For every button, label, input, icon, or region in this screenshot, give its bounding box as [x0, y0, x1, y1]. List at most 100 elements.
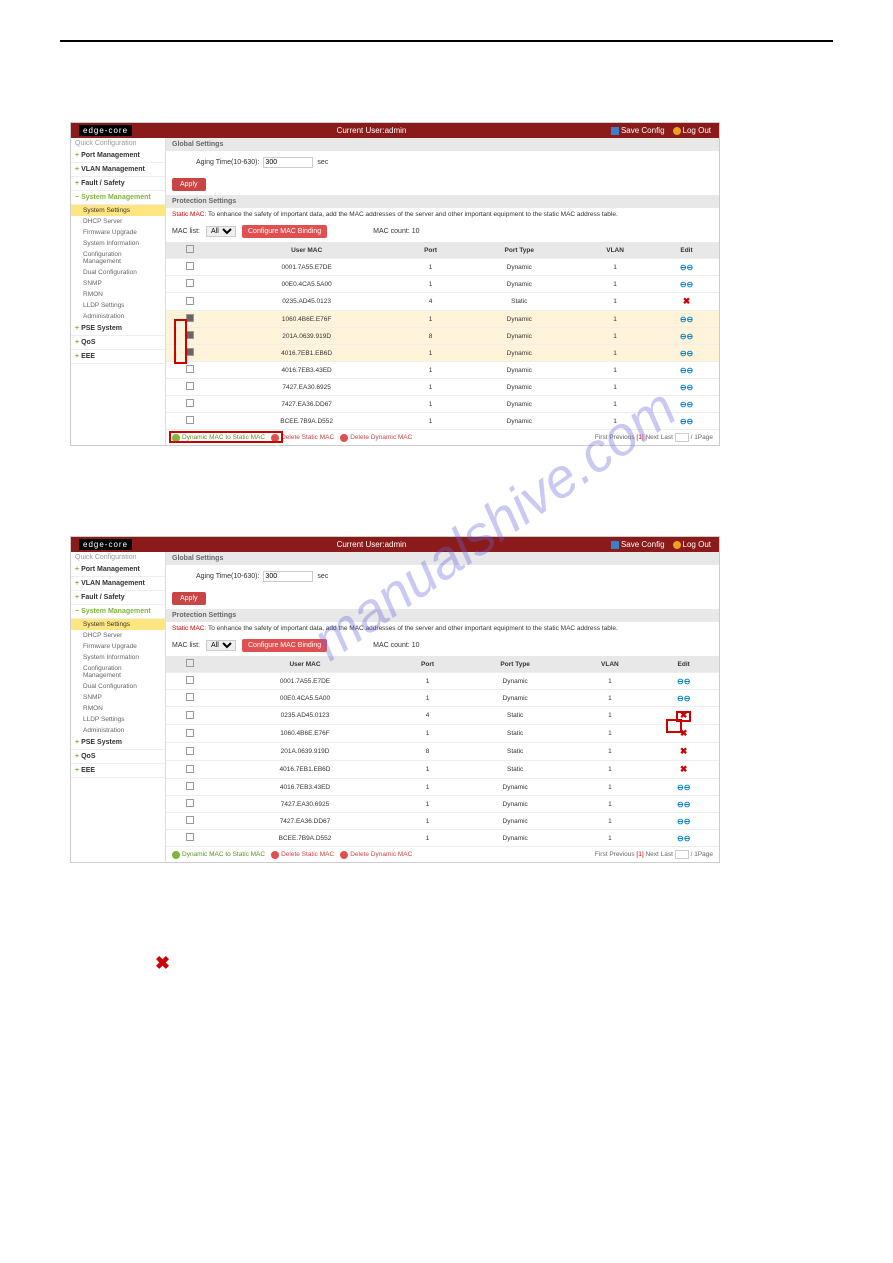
dyn-to-static-link[interactable]: Dynamic MAC to Static MAC	[172, 851, 265, 859]
sidebar-vlan-mgmt[interactable]: +VLAN Management	[71, 577, 165, 591]
row-checkbox[interactable]	[186, 747, 194, 755]
row-checkbox[interactable]	[186, 279, 194, 287]
sidebar-vlan-mgmt[interactable]: +VLAN Management	[71, 163, 165, 177]
sidebar-dual-cfg[interactable]: Dual Configuration	[71, 267, 165, 278]
sidebar-pse[interactable]: +PSE System	[71, 322, 165, 336]
sidebar-fault-safety[interactable]: +Fault / Safety	[71, 591, 165, 605]
link-icon[interactable]: ⊖⊖	[680, 315, 693, 324]
link-icon[interactable]: ⊖⊖	[677, 677, 690, 686]
delete-icon[interactable]: ✖	[680, 764, 688, 774]
row-checkbox[interactable]	[186, 711, 194, 719]
pager-goto[interactable]	[675, 433, 689, 442]
pager-last[interactable]: Last	[661, 851, 673, 858]
row-checkbox[interactable]	[186, 416, 194, 424]
sidebar-cfg-mgmt[interactable]: Configuration Management	[71, 663, 165, 681]
sidebar-firmware[interactable]: Firmware Upgrade	[71, 641, 165, 652]
sidebar-admin[interactable]: Administration	[71, 311, 165, 322]
link-icon[interactable]: ⊖⊖	[677, 817, 690, 826]
row-checkbox[interactable]	[186, 729, 194, 737]
link-icon[interactable]: ⊖⊖	[677, 783, 690, 792]
del-static-link[interactable]: Delete Static MAC	[271, 851, 334, 859]
sidebar-admin[interactable]: Administration	[71, 725, 165, 736]
row-checkbox[interactable]	[186, 782, 194, 790]
row-checkbox[interactable]	[186, 297, 194, 305]
link-icon[interactable]: ⊖⊖	[677, 834, 690, 843]
save-config-link[interactable]: Save Config	[611, 540, 665, 549]
row-checkbox[interactable]	[186, 816, 194, 824]
pager-next[interactable]: Next	[645, 851, 658, 858]
save-config-link[interactable]: Save Config	[611, 126, 665, 135]
sidebar-pse[interactable]: +PSE System	[71, 736, 165, 750]
link-icon[interactable]: ⊖⊖	[677, 800, 690, 809]
apply-button[interactable]: Apply	[172, 592, 206, 605]
pager-prev[interactable]: Previous	[609, 851, 634, 858]
sidebar-snmp[interactable]: SNMP	[71, 692, 165, 703]
pager-last[interactable]: Last	[661, 434, 673, 441]
sidebar-port-mgmt[interactable]: +Port Management	[71, 149, 165, 163]
sidebar-eee[interactable]: +EEE	[71, 350, 165, 364]
row-checkbox[interactable]	[186, 365, 194, 373]
sidebar-dhcp[interactable]: DHCP Server	[71, 630, 165, 641]
link-icon[interactable]: ⊖⊖	[677, 694, 690, 703]
logout-link[interactable]: Log Out	[673, 540, 711, 549]
row-checkbox[interactable]	[186, 833, 194, 841]
aging-input[interactable]	[263, 571, 313, 582]
maclist-select[interactable]: All	[206, 640, 236, 651]
link-icon[interactable]: ⊖⊖	[680, 366, 693, 375]
pager-next[interactable]: Next	[645, 434, 658, 441]
link-icon[interactable]: ⊖⊖	[680, 383, 693, 392]
delete-icon[interactable]: ✖	[680, 746, 688, 756]
sidebar-fault-safety[interactable]: +Fault / Safety	[71, 177, 165, 191]
del-dynamic-link[interactable]: Delete Dynamic MAC	[340, 851, 412, 859]
checkbox-all[interactable]	[186, 659, 194, 667]
link-icon[interactable]: ⊖⊖	[680, 332, 693, 341]
sidebar-qos[interactable]: +QoS	[71, 750, 165, 764]
sidebar-rmon[interactable]: RMON	[71, 703, 165, 714]
pager-first[interactable]: First	[595, 434, 608, 441]
link-icon[interactable]: ⊖⊖	[680, 263, 693, 272]
sidebar-rmon[interactable]: RMON	[71, 289, 165, 300]
pager-prev[interactable]: Previous	[609, 434, 634, 441]
del-dynamic-link[interactable]: Delete Dynamic MAC	[340, 434, 412, 442]
sidebar-lldp[interactable]: LLDP Settings	[71, 300, 165, 311]
apply-button[interactable]: Apply	[172, 178, 206, 191]
sidebar-dual-cfg[interactable]: Dual Configuration	[71, 681, 165, 692]
row-checkbox[interactable]	[186, 348, 194, 356]
sidebar-quick[interactable]: Quick Configuration	[71, 552, 165, 563]
sidebar-cfg-mgmt[interactable]: Configuration Management	[71, 249, 165, 267]
logout-link[interactable]: Log Out	[673, 126, 711, 135]
sidebar-snmp[interactable]: SNMP	[71, 278, 165, 289]
sidebar-dhcp[interactable]: DHCP Server	[71, 216, 165, 227]
row-checkbox[interactable]	[186, 693, 194, 701]
row-checkbox[interactable]	[186, 676, 194, 684]
sidebar-system-mgmt[interactable]: −System Management	[71, 191, 165, 205]
sidebar-lldp[interactable]: LLDP Settings	[71, 714, 165, 725]
sidebar-firmware[interactable]: Firmware Upgrade	[71, 227, 165, 238]
sidebar-sysinfo[interactable]: System Information	[71, 238, 165, 249]
sidebar-system-settings[interactable]: System Settings	[71, 205, 165, 216]
checkbox-all[interactable]	[186, 245, 194, 253]
link-icon[interactable]: ⊖⊖	[680, 280, 693, 289]
sidebar-sysinfo[interactable]: System Information	[71, 652, 165, 663]
aging-input[interactable]	[263, 157, 313, 168]
row-checkbox[interactable]	[186, 799, 194, 807]
pager-first[interactable]: First	[595, 851, 608, 858]
row-checkbox[interactable]	[186, 765, 194, 773]
row-checkbox[interactable]	[186, 314, 194, 322]
cfg-binding-button[interactable]: Configure MAC Binding	[242, 225, 327, 238]
pager-goto[interactable]	[675, 850, 689, 859]
sidebar-quick[interactable]: Quick Configuration	[71, 138, 165, 149]
maclist-select[interactable]: All	[206, 226, 236, 237]
link-icon[interactable]: ⊖⊖	[680, 417, 693, 426]
sidebar-system-settings[interactable]: System Settings	[71, 619, 165, 630]
link-icon[interactable]: ⊖⊖	[680, 349, 693, 358]
sidebar-port-mgmt[interactable]: +Port Management	[71, 563, 165, 577]
sidebar-eee[interactable]: +EEE	[71, 764, 165, 778]
cfg-binding-button[interactable]: Configure MAC Binding	[242, 639, 327, 652]
row-checkbox[interactable]	[186, 262, 194, 270]
row-checkbox[interactable]	[186, 399, 194, 407]
sidebar-system-mgmt[interactable]: −System Management	[71, 605, 165, 619]
row-checkbox[interactable]	[186, 331, 194, 339]
row-checkbox[interactable]	[186, 382, 194, 390]
link-icon[interactable]: ⊖⊖	[680, 400, 693, 409]
